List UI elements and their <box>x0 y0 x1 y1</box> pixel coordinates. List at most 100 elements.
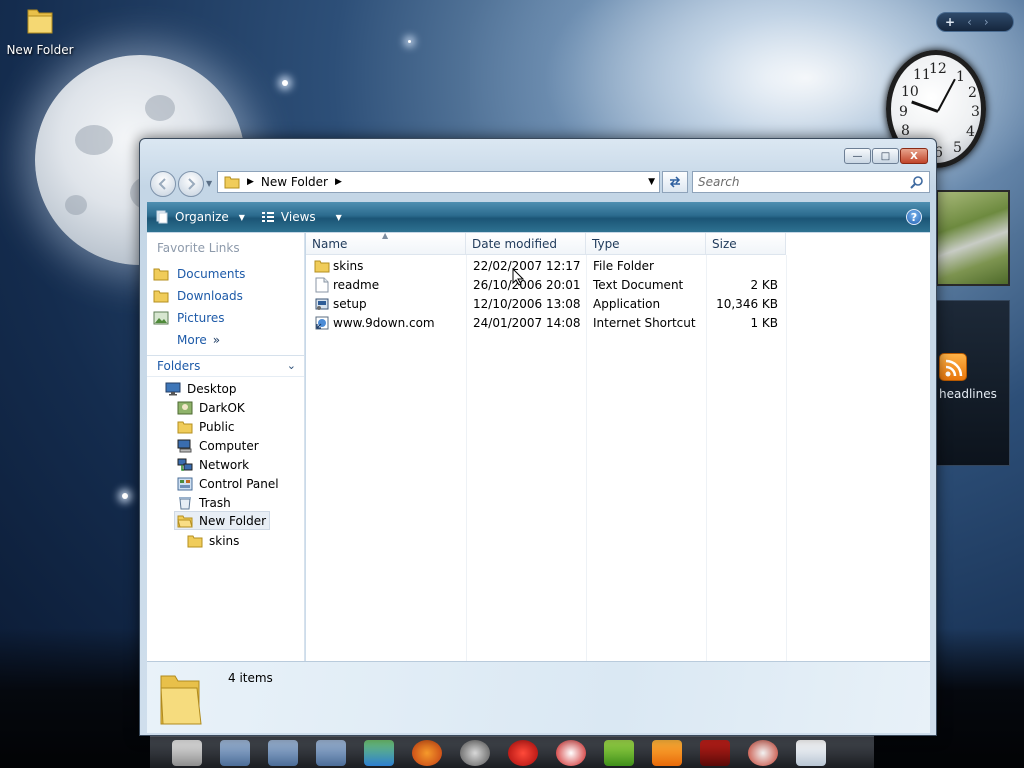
double-chevron-icon: » <box>212 333 221 347</box>
organize-icon <box>156 210 168 224</box>
arrow-left-icon <box>158 178 166 190</box>
arrow-right-icon <box>188 178 196 190</box>
command-toolbar: Organize ▼ Views ▼ ? <box>147 202 930 232</box>
window-controls: — □ X <box>844 148 928 164</box>
help-button[interactable]: ? <box>906 209 922 225</box>
folder-icon <box>177 421 193 433</box>
next-gadget-button[interactable]: › <box>984 15 989 29</box>
file-date: 26/10/2006 20:01 <box>473 278 581 292</box>
search-icon[interactable] <box>910 175 924 192</box>
clock-number: 1 <box>956 69 965 85</box>
chevron-down-icon: ⌄ <box>286 359 296 372</box>
tree-item-public[interactable]: Public <box>177 417 235 436</box>
dock-app-icon[interactable] <box>748 739 778 766</box>
column-header-label: Size <box>712 236 737 251</box>
favorite-link-downloads[interactable]: Downloads <box>153 289 243 303</box>
tree-item-label: DarkOK <box>199 400 245 415</box>
address-dropdown-icon[interactable]: ▼ <box>648 177 655 187</box>
folders-title: Folders <box>157 359 201 373</box>
refresh-button[interactable] <box>662 171 688 193</box>
dock-app-icon[interactable] <box>700 739 730 766</box>
minimize-button[interactable]: — <box>844 148 871 164</box>
dock-app-icon[interactable] <box>172 739 202 766</box>
clock-number: 8 <box>901 123 910 139</box>
user-icon <box>177 401 193 414</box>
tree-item-trash[interactable]: Trash <box>177 493 231 512</box>
favorite-links-title: Favorite Links <box>157 241 240 255</box>
tree-item-desktop[interactable]: Desktop <box>165 379 237 398</box>
file-row-readme[interactable]: readme 26/10/2006 20:01 Text Document 2 … <box>306 276 786 295</box>
search-input[interactable]: Search <box>692 171 930 193</box>
favorite-link-label: Pictures <box>177 311 225 325</box>
views-icon <box>261 212 274 222</box>
file-type: Internet Shortcut <box>593 316 696 330</box>
column-header-label: Type <box>592 236 620 251</box>
column-header-type[interactable]: Type <box>586 233 706 255</box>
dock-app-icon[interactable] <box>460 739 490 766</box>
file-name: setup <box>333 297 367 311</box>
column-header-date-modified[interactable]: Date modified <box>466 233 586 255</box>
folder-icon <box>314 260 330 273</box>
file-type: File Folder <box>593 259 654 273</box>
favorite-link-label: Downloads <box>177 289 243 303</box>
dock-app-icon[interactable] <box>412 739 442 766</box>
favorite-link-documents[interactable]: Documents <box>153 267 245 281</box>
shortcut-icon <box>315 316 329 330</box>
chevron-down-icon: ▼ <box>238 212 245 222</box>
breadcrumb-new-folder[interactable]: New Folder <box>261 175 328 189</box>
close-button[interactable]: X <box>900 148 928 164</box>
breadcrumb-arrow-icon[interactable]: ▶ <box>247 177 254 187</box>
navigation-pane: Favorite Links Documents Downloads Pictu… <box>147 233 305 661</box>
favorite-link-more[interactable]: More » <box>177 333 220 347</box>
add-gadget-button[interactable]: + <box>945 15 955 29</box>
dock-app-icon[interactable] <box>508 739 538 766</box>
tree-item-label: Trash <box>199 495 231 510</box>
back-button[interactable] <box>150 171 176 197</box>
dock-app-icon[interactable] <box>604 739 634 766</box>
folders-header[interactable]: Folders ⌄ <box>147 355 304 377</box>
column-header-size[interactable]: Size <box>706 233 786 255</box>
tree-item-label: Computer <box>199 438 259 453</box>
desktop-folder-icon[interactable]: New Folder <box>6 4 74 57</box>
tree-item-network[interactable]: Network <box>177 455 249 474</box>
details-pane: 4 items <box>147 661 930 733</box>
prev-gadget-button[interactable]: ‹ <box>967 15 972 29</box>
organize-button[interactable]: Organize ▼ <box>147 202 253 232</box>
file-type: Application <box>593 297 661 311</box>
clock-number: 4 <box>966 124 975 140</box>
tree-item-control-panel[interactable]: Control Panel <box>177 474 279 493</box>
views-button[interactable]: Views ▼ <box>253 202 350 232</box>
address-bar[interactable]: ▶ New Folder ▶ ▼ <box>217 171 660 193</box>
forward-button[interactable] <box>178 171 204 197</box>
favorite-link-pictures[interactable]: Pictures <box>153 311 225 325</box>
computer-icon <box>177 439 192 452</box>
control-panel-icon <box>177 477 193 490</box>
maximize-button[interactable]: □ <box>872 148 899 164</box>
file-row-skins[interactable]: skins 22/02/2007 12:17 File Folder <box>306 257 786 276</box>
breadcrumb-arrow-icon[interactable]: ▶ <box>335 177 342 187</box>
folder-icon <box>187 535 203 547</box>
dock-app-icon[interactable] <box>796 739 826 766</box>
tree-item-computer[interactable]: Computer <box>177 436 259 455</box>
favorite-link-label: Documents <box>177 267 246 281</box>
dock-app-icon[interactable] <box>316 739 346 766</box>
dock-app-icon[interactable] <box>556 739 586 766</box>
dock-app-icon[interactable] <box>268 739 298 766</box>
trash-icon <box>179 496 191 509</box>
dock-app-icon[interactable] <box>652 739 682 766</box>
file-size: 1 KB <box>750 316 778 330</box>
tree-item-new-folder[interactable]: New Folder <box>174 511 271 530</box>
tree-item-skins[interactable]: skins <box>187 531 239 550</box>
feed-gadget[interactable]: headlines <box>936 300 1010 466</box>
dock-app-icon[interactable] <box>364 739 394 766</box>
tree-item-darkok[interactable]: DarkOK <box>177 398 245 417</box>
column-header-name[interactable]: ▲ Name <box>306 231 466 255</box>
file-row-setup[interactable]: setup 12/10/2006 13:08 Application 10,34… <box>306 295 786 314</box>
recent-pages-dropdown[interactable]: ▼ <box>206 179 214 188</box>
dock-app-icon[interactable] <box>220 739 250 766</box>
slideshow-gadget[interactable] <box>936 190 1010 286</box>
views-label: Views <box>280 210 316 224</box>
file-row-www-9down-com[interactable]: www.9down.com 24/01/2007 14:08 Internet … <box>306 314 786 333</box>
hour-hand <box>911 100 939 113</box>
clock-number: 10 <box>901 84 919 100</box>
